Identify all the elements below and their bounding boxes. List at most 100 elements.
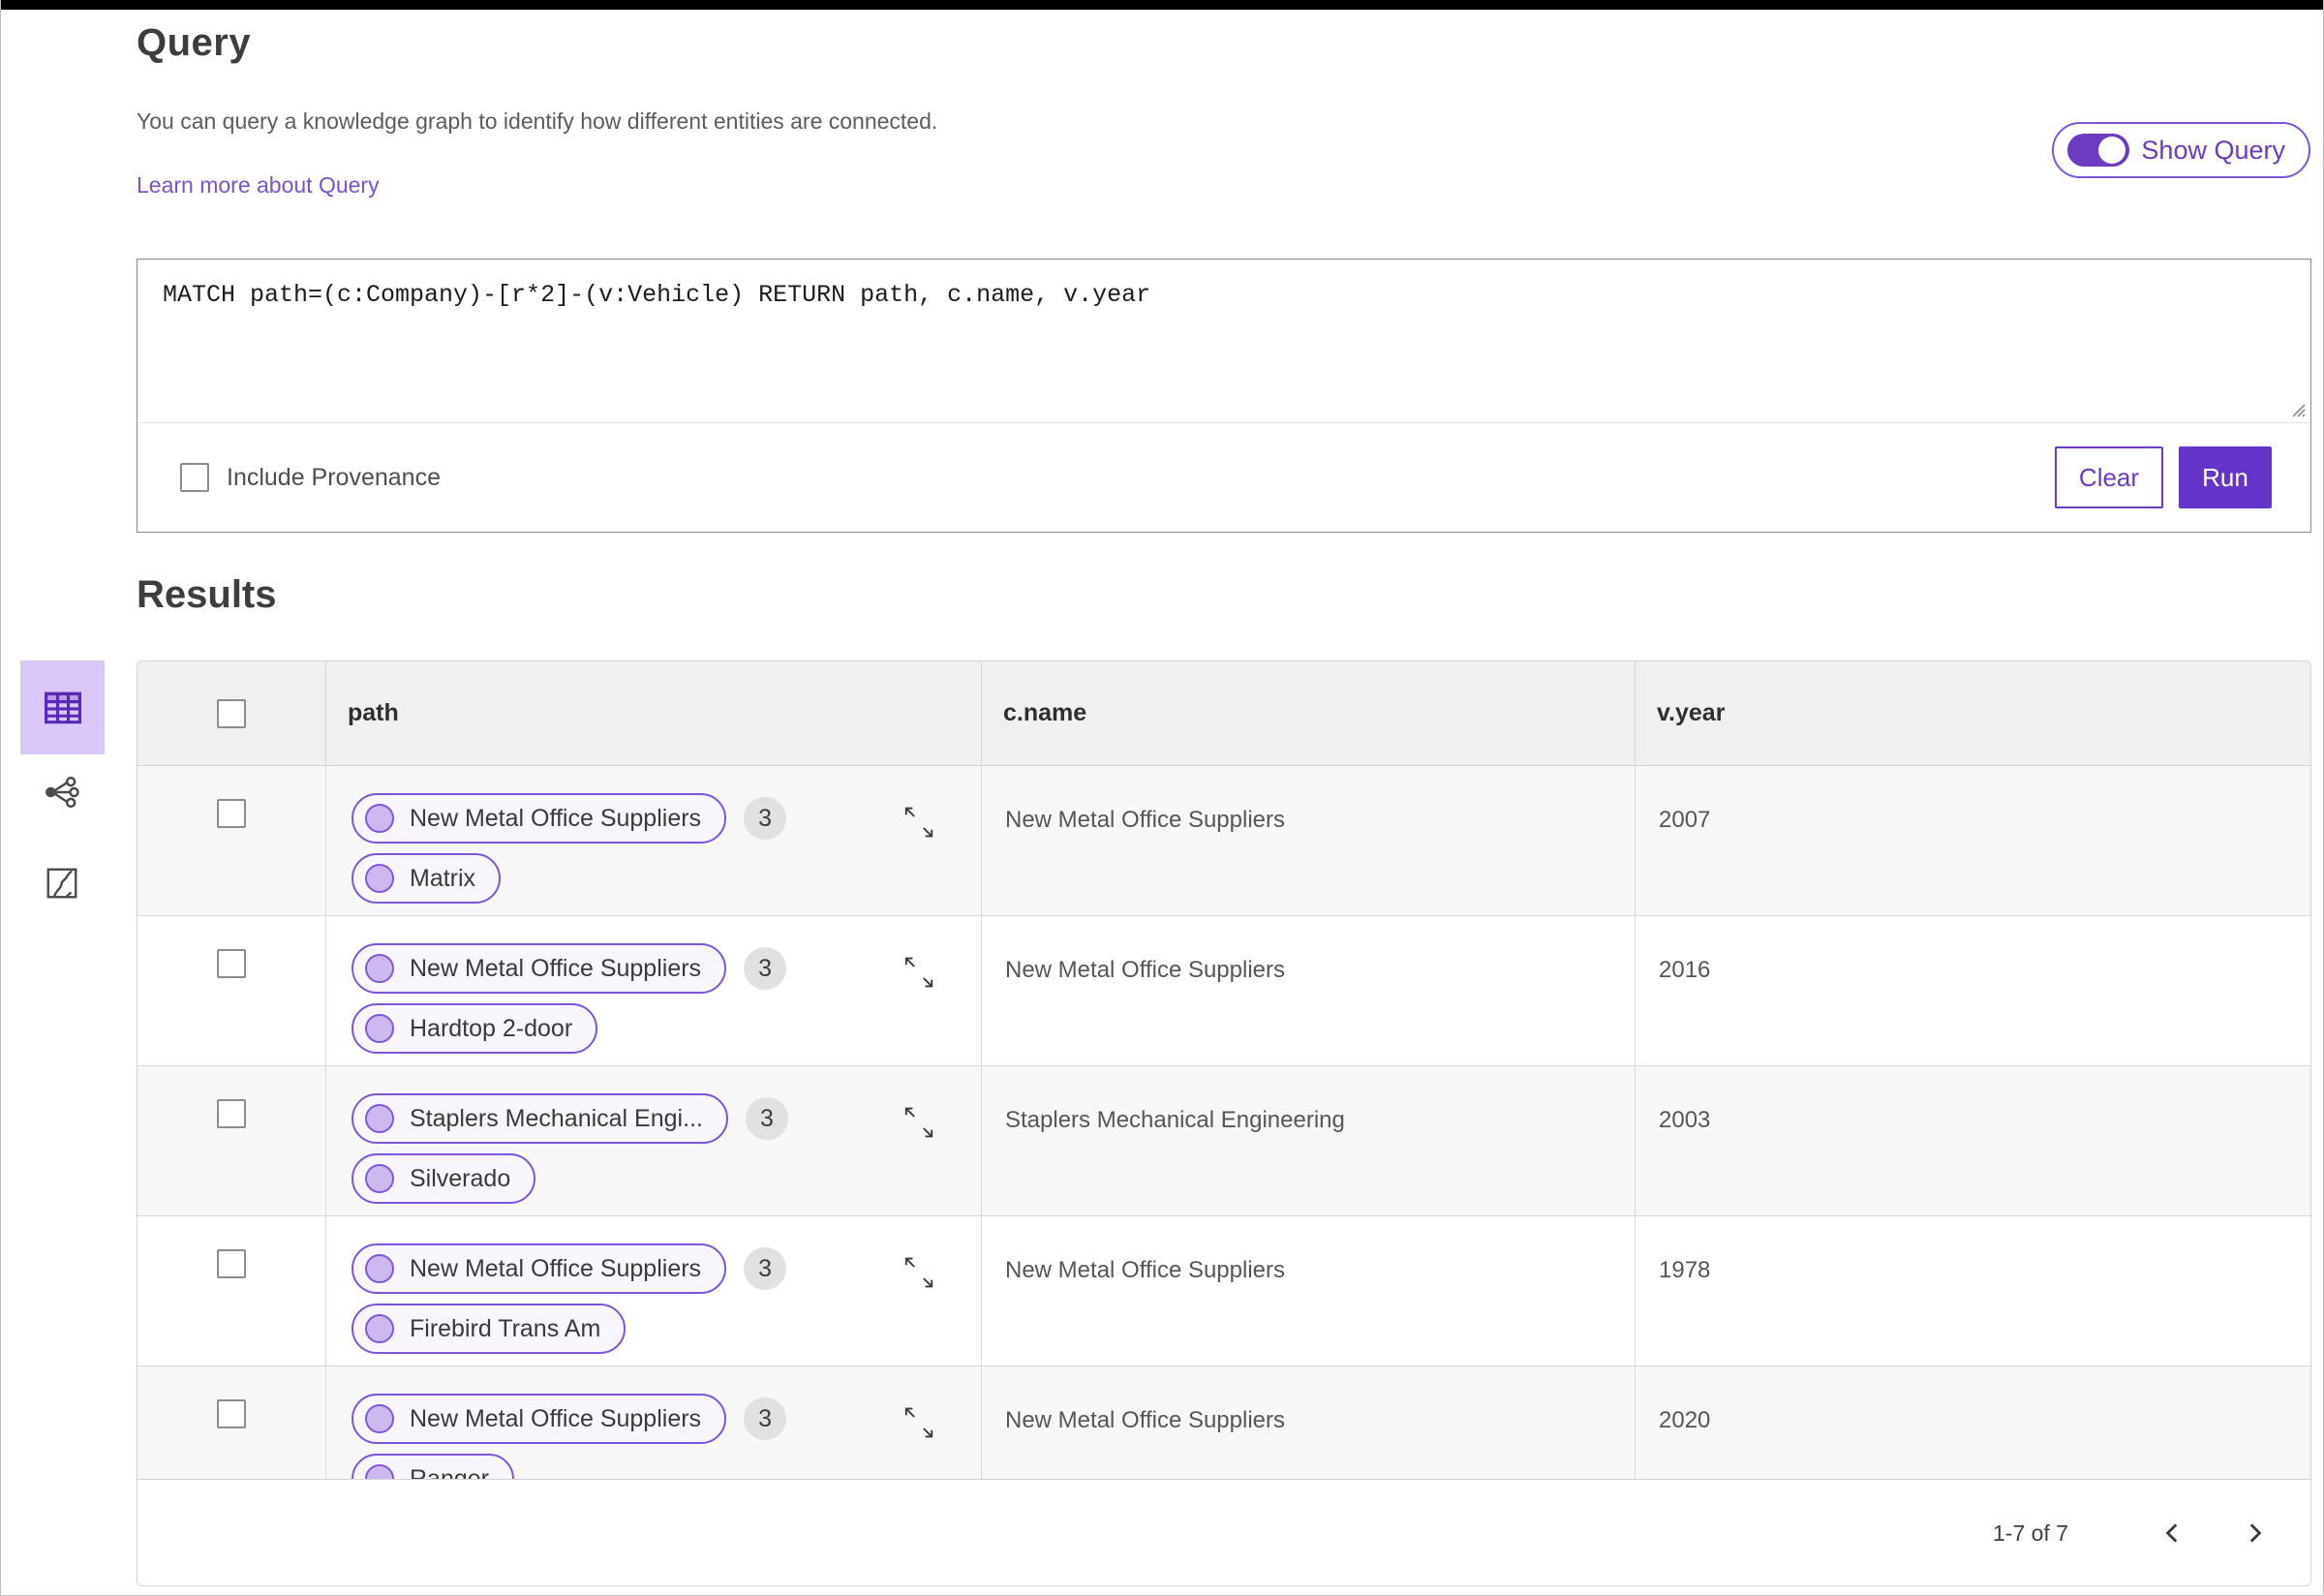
path-count-badge: 3 (744, 947, 787, 990)
include-provenance-label: Include Provenance (227, 463, 441, 491)
path-node-label: Matrix (410, 864, 476, 892)
path-cell: Staplers Mechanical Engi... 3 Silverado (325, 1066, 981, 1215)
table-row: Staplers Mechanical Engi... 3 Silverado … (138, 1066, 2310, 1216)
row-select-cell (138, 1366, 325, 1479)
view-switch-table[interactable] (20, 660, 105, 754)
path-node-pill[interactable]: Firebird Trans Am (352, 1304, 627, 1354)
resize-handle-icon[interactable] (2288, 400, 2308, 419)
node-icon (365, 1314, 394, 1343)
page-title: Query (137, 21, 252, 64)
column-header-cname[interactable]: c.name (981, 661, 1635, 765)
table-body: New Metal Office Suppliers 3 Matrix New … (138, 766, 2310, 1479)
app-window: Query You can query a knowledge graph to… (0, 0, 2324, 1596)
path-node-pill[interactable]: New Metal Office Suppliers (352, 793, 727, 844)
query-editor-wrap: MATCH path=(c:Company)-[r*2]-(v:Vehicle)… (138, 260, 2310, 423)
row-checkbox[interactable] (217, 1399, 246, 1428)
window-top-border (1, 0, 2323, 10)
pagination-range: 1-7 of 7 (1993, 1519, 2068, 1546)
cname-cell: New Metal Office Suppliers (981, 1366, 1635, 1479)
path-node-label: New Metal Office Suppliers (410, 804, 702, 832)
show-query-toggle[interactable]: Show Query (2052, 122, 2310, 178)
chevron-right-icon (2249, 1523, 2262, 1543)
path-node-label: Staplers Mechanical Engi... (410, 1104, 703, 1132)
row-checkbox[interactable] (217, 1099, 246, 1128)
results-title: Results (137, 573, 277, 616)
path-node-pill[interactable]: New Metal Office Suppliers (352, 1243, 727, 1294)
expand-icon[interactable] (902, 1405, 936, 1440)
path-cell: New Metal Office Suppliers 3 Ranger (325, 1366, 981, 1479)
table-row: New Metal Office Suppliers 3 Ranger New … (138, 1366, 2310, 1479)
path-node-pill[interactable]: New Metal Office Suppliers (352, 1394, 727, 1444)
node-icon (365, 1404, 394, 1433)
path-view-icon (46, 868, 77, 899)
row-select-cell (138, 1216, 325, 1366)
column-header-path[interactable]: path (325, 661, 981, 765)
node-icon (365, 1014, 394, 1043)
chevron-left-icon (2165, 1523, 2178, 1543)
expand-icon[interactable] (902, 955, 936, 990)
path-count-badge: 3 (744, 1247, 787, 1290)
expand-icon[interactable] (902, 1105, 936, 1140)
cname-cell: New Metal Office Suppliers (981, 1216, 1635, 1366)
path-cell: New Metal Office Suppliers 3 Hardtop 2-d… (325, 916, 981, 1065)
path-node-pill[interactable]: Hardtop 2-door (352, 1003, 598, 1054)
row-checkbox[interactable] (217, 1249, 246, 1278)
path-node-pill[interactable]: Ranger (352, 1454, 514, 1479)
include-provenance-checkbox[interactable] (180, 463, 209, 492)
expand-icon[interactable] (902, 805, 936, 840)
query-panel-footer: Include Provenance Clear Run (138, 423, 2310, 532)
row-checkbox[interactable] (217, 949, 246, 978)
toggle-knob-icon (2098, 137, 2126, 164)
select-all-checkbox[interactable] (217, 698, 246, 728)
row-checkbox[interactable] (217, 799, 246, 828)
next-page-button[interactable] (2233, 1512, 2276, 1554)
table-row: New Metal Office Suppliers 3 Matrix New … (138, 766, 2310, 916)
node-icon (365, 1164, 394, 1193)
view-switch-path[interactable] (33, 854, 91, 912)
learn-more-link[interactable]: Learn more about Query (137, 172, 380, 199)
path-count-badge: 3 (745, 1097, 788, 1140)
results-table: path c.name v.year New Metal Office Supp… (137, 660, 2311, 1586)
cname-cell: New Metal Office Suppliers (981, 916, 1635, 1065)
query-input[interactable]: MATCH path=(c:Company)-[r*2]-(v:Vehicle)… (138, 260, 2310, 422)
clear-button[interactable]: Clear (2055, 446, 2163, 508)
path-node-label: Silverado (410, 1164, 511, 1192)
table-view-icon (44, 691, 81, 723)
node-icon (365, 864, 394, 893)
node-icon (365, 1464, 394, 1479)
path-node-label: Ranger (410, 1464, 489, 1480)
path-node-pill[interactable]: Silverado (352, 1153, 536, 1204)
path-node-label: Firebird Trans Am (410, 1314, 601, 1342)
table-footer: 1-7 of 7 (138, 1479, 2310, 1585)
path-node-pill[interactable]: Staplers Mechanical Engi... (352, 1093, 728, 1144)
cname-cell: Staplers Mechanical Engineering (981, 1066, 1635, 1215)
toggle-track-icon[interactable] (2067, 134, 2130, 167)
vyear-cell: 1978 (1635, 1216, 2310, 1366)
node-icon (365, 1104, 394, 1133)
column-header-vyear[interactable]: v.year (1635, 661, 2310, 765)
vyear-cell: 2020 (1635, 1366, 2310, 1479)
path-cell: New Metal Office Suppliers 3 Firebird Tr… (325, 1216, 981, 1366)
graph-view-icon (46, 776, 79, 809)
page-description: You can query a knowledge graph to ident… (137, 108, 938, 134)
cname-cell: New Metal Office Suppliers (981, 766, 1635, 915)
path-node-label: Hardtop 2-door (410, 1014, 573, 1042)
table-row: New Metal Office Suppliers 3 Hardtop 2-d… (138, 916, 2310, 1066)
node-icon (365, 1254, 394, 1283)
vyear-cell: 2016 (1635, 916, 2310, 1065)
run-button[interactable]: Run (2179, 446, 2272, 508)
path-count-badge: 3 (744, 1397, 787, 1440)
previous-page-button[interactable] (2152, 1512, 2194, 1554)
path-node-pill[interactable]: Matrix (352, 853, 502, 904)
view-switch-graph[interactable] (33, 763, 91, 821)
row-select-cell (138, 1066, 325, 1215)
vyear-cell: 2007 (1635, 766, 2310, 915)
vyear-cell: 2003 (1635, 1066, 2310, 1215)
query-actions: Clear Run (2055, 446, 2272, 508)
node-icon (365, 804, 394, 833)
path-node-label: New Metal Office Suppliers (410, 1404, 702, 1432)
show-query-label: Show Query (2141, 135, 2285, 165)
expand-icon[interactable] (902, 1255, 936, 1290)
path-node-pill[interactable]: New Metal Office Suppliers (352, 943, 727, 994)
table-header-row: path c.name v.year (138, 661, 2310, 766)
